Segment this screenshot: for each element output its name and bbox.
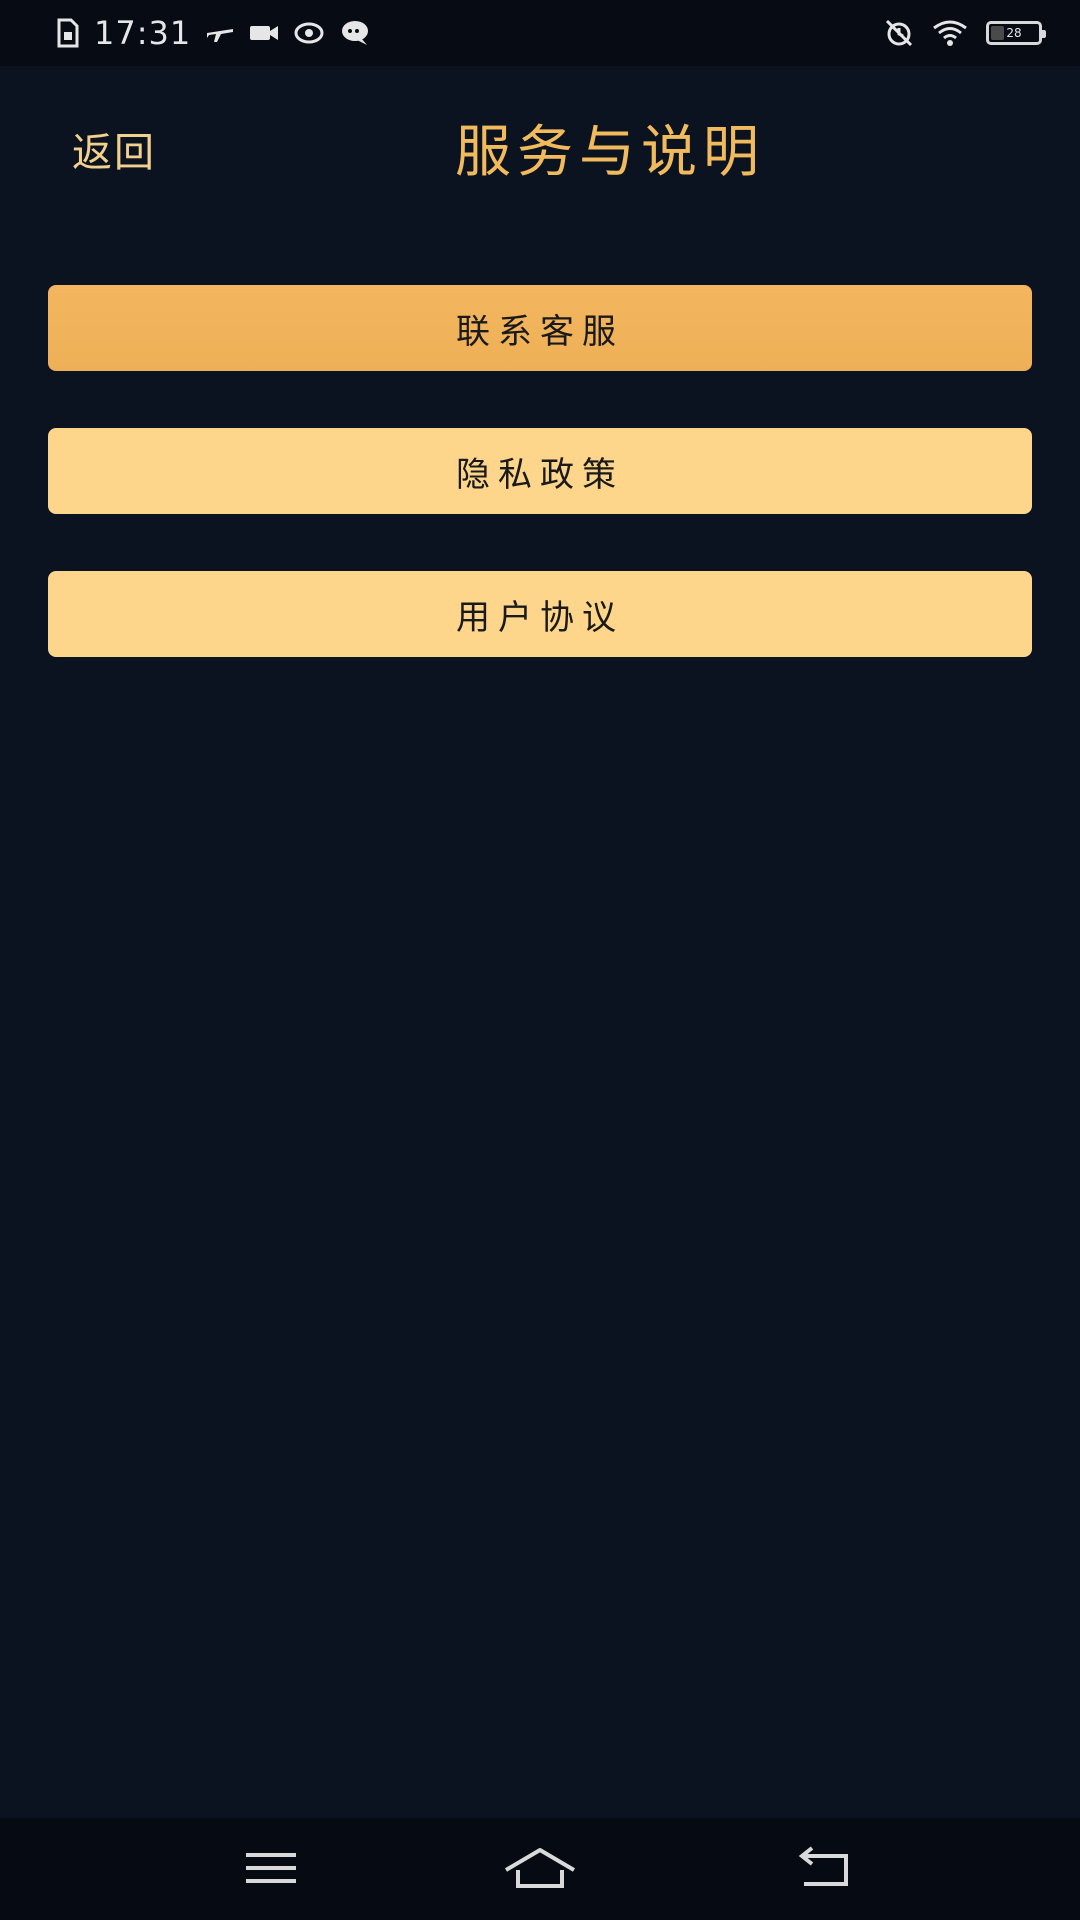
status-bar-right: 28 — [884, 0, 1046, 66]
home-icon — [502, 1846, 578, 1894]
battery-label: 28 — [1006, 26, 1022, 40]
battery-level-fill — [991, 26, 1004, 40]
chat-bubble-icon — [339, 19, 371, 47]
video-call-icon — [249, 22, 279, 44]
status-time: 17:31 — [94, 14, 192, 52]
menu-icon — [244, 1850, 298, 1890]
header: 返回 服务与说明 — [0, 66, 1080, 238]
nav-back-button[interactable] — [769, 1840, 879, 1900]
wifi-icon — [932, 19, 968, 47]
page-title: 服务与说明 — [455, 120, 765, 185]
eye-icon — [293, 21, 325, 45]
airplane-icon — [205, 21, 235, 45]
alarm-off-icon — [884, 18, 914, 48]
nav-menu-button[interactable] — [216, 1840, 326, 1900]
contact-support-button[interactable]: 联系客服 — [48, 285, 1032, 371]
back-icon — [796, 1846, 852, 1894]
status-bar: 17:31 28 — [0, 0, 1080, 66]
user-agreement-button[interactable]: 用户协议 — [48, 571, 1032, 657]
privacy-policy-button[interactable]: 隐私政策 — [48, 428, 1032, 514]
back-button[interactable]: 返回 — [72, 128, 156, 178]
status-bar-left: 17:31 — [56, 0, 371, 66]
sim-card-icon — [56, 18, 80, 48]
navigation-bar — [0, 1818, 1080, 1920]
battery-icon: 28 — [986, 21, 1046, 45]
service-menu: 联系客服 隐私政策 用户协议 — [48, 285, 1032, 714]
nav-home-button[interactable] — [485, 1840, 595, 1900]
